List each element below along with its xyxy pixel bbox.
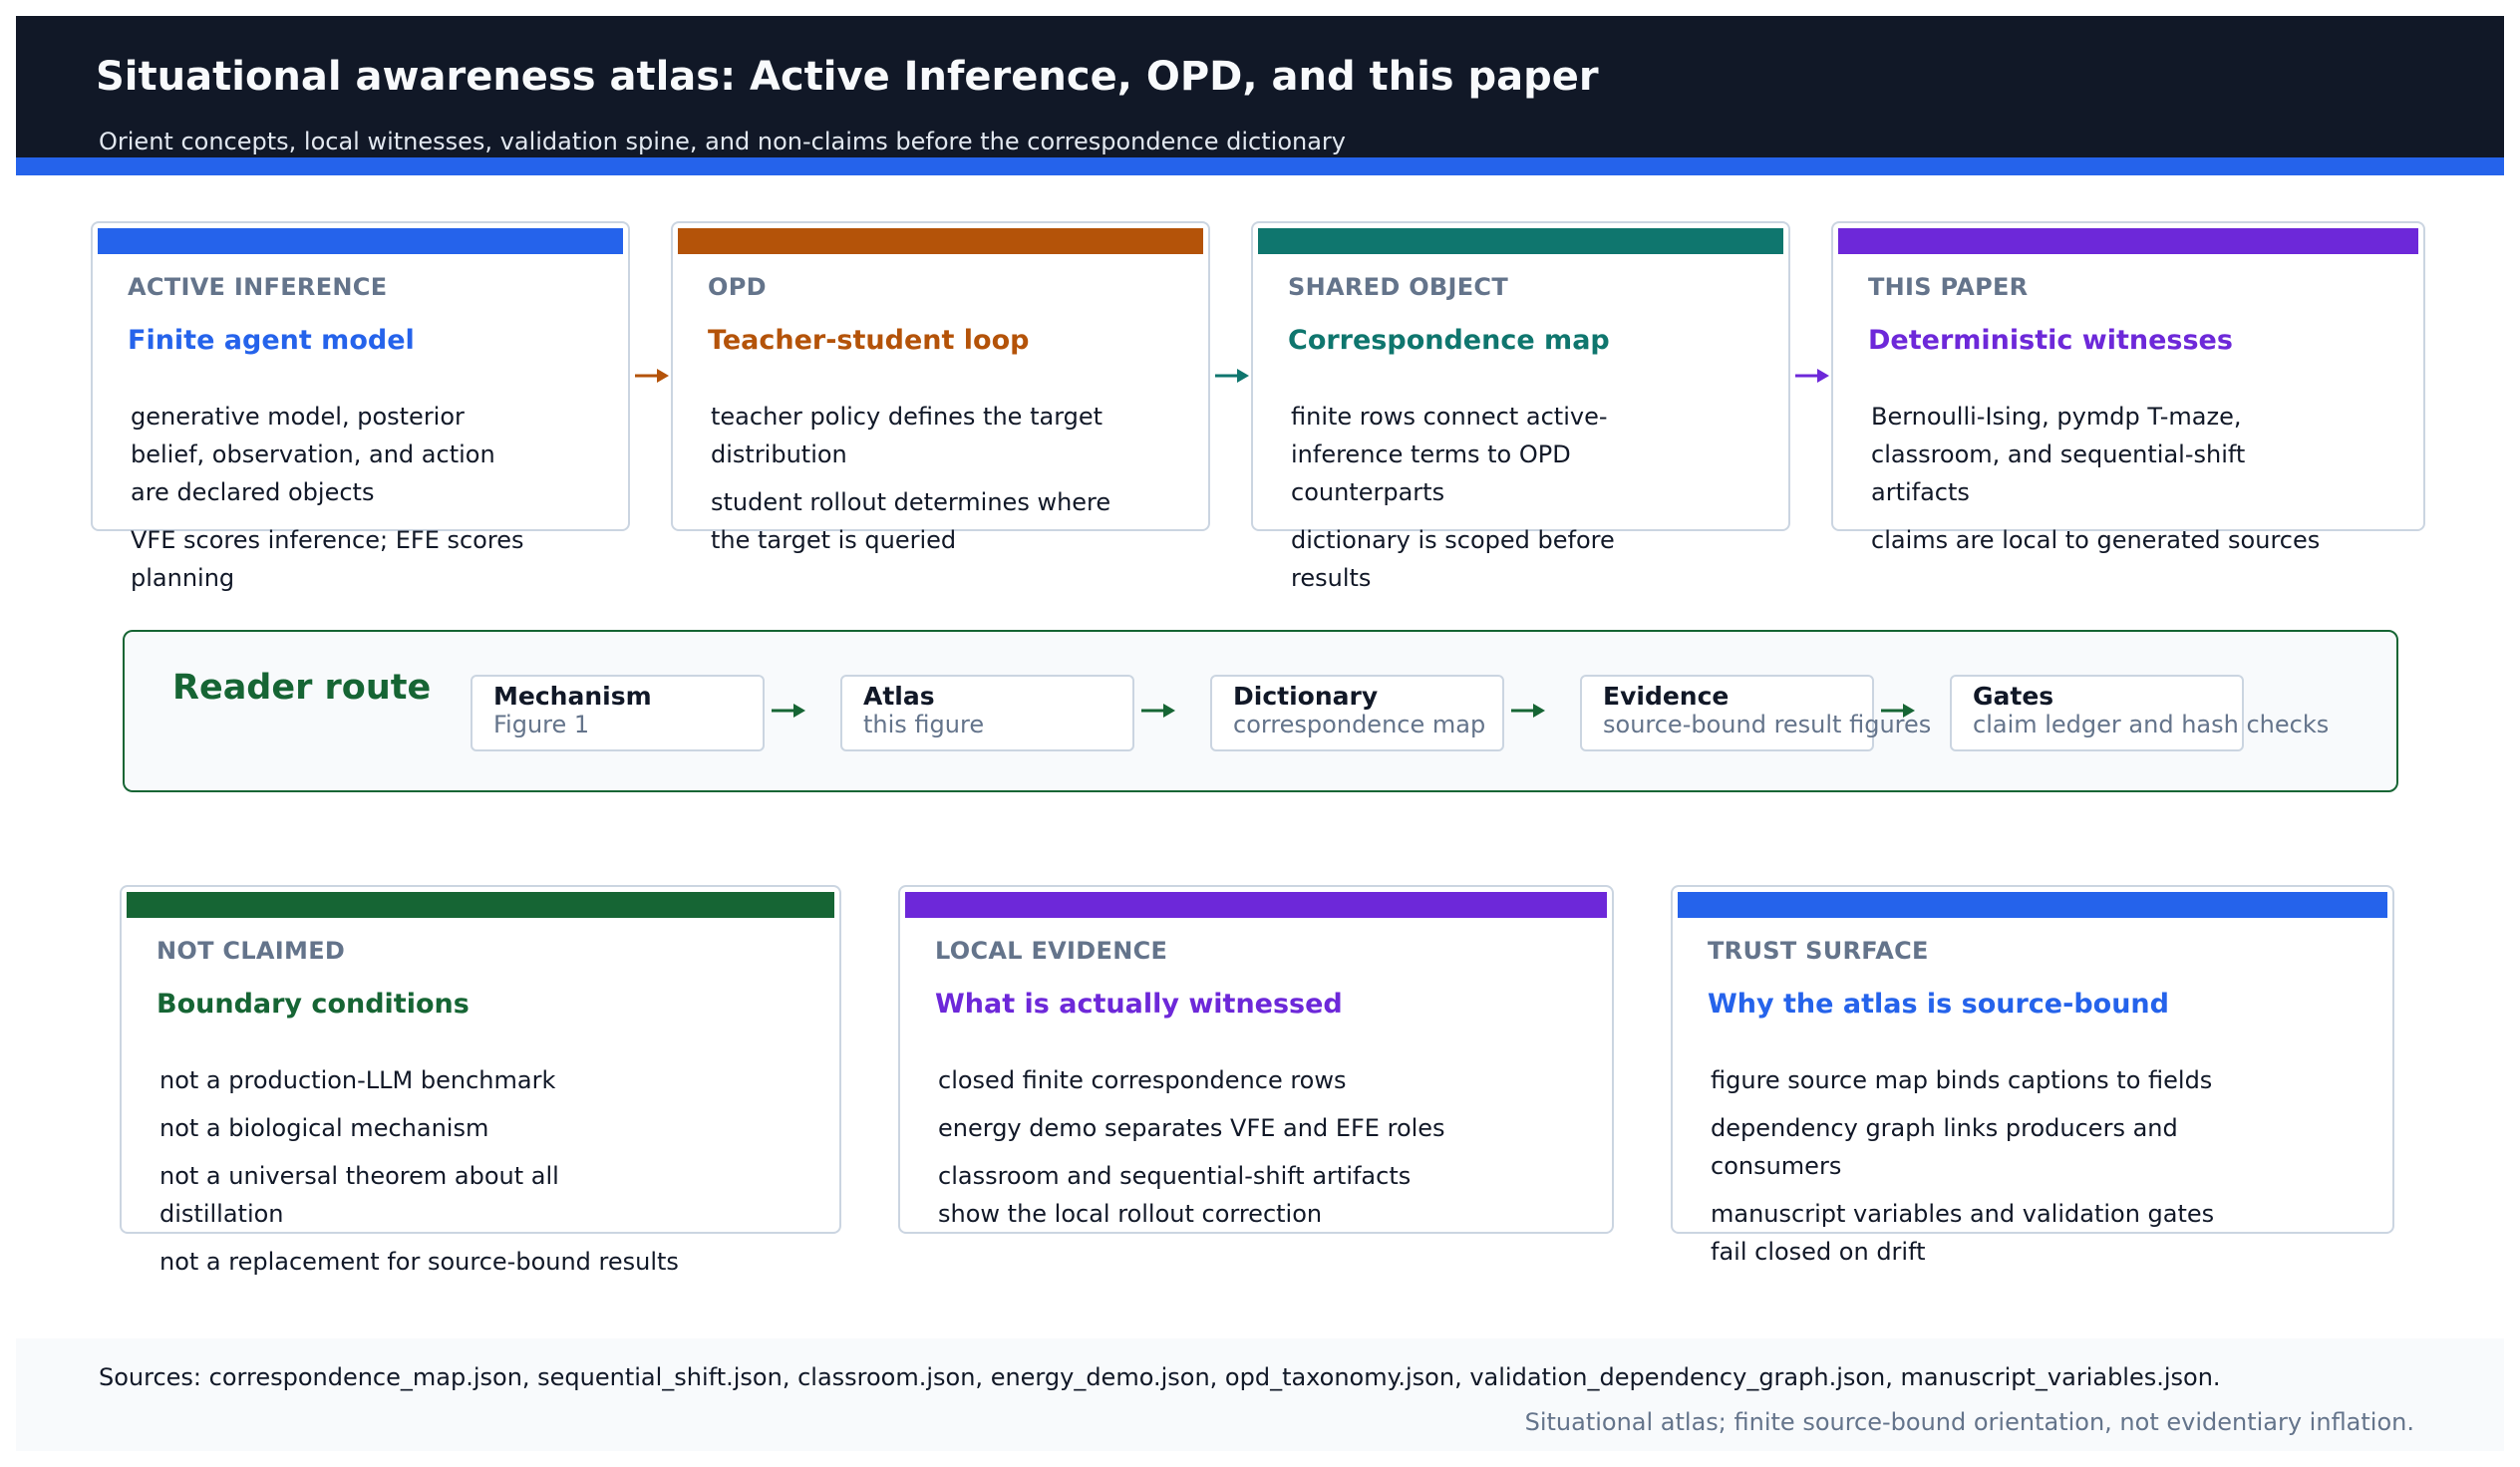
footer-sources: Sources: correspondence_map.json, sequen… (99, 1363, 2221, 1391)
bottom-card-heading: What is actually witnessed (935, 989, 1343, 1020)
card-body-line: belief, observation, and action (131, 440, 495, 468)
card-body-line: finite rows connect active- (1291, 403, 1608, 431)
top-card-body: finite rows connect active-inference ter… (1291, 398, 1615, 597)
bottom-card-body: figure source map binds captions to fiel… (1711, 1061, 2214, 1271)
top-card-accent-bar (1838, 228, 2418, 254)
card-body-line: manuscript variables and validation gate… (1711, 1200, 2215, 1228)
card-body-line: student rollout determines where (711, 488, 1111, 516)
top-card-heading: Finite agent model (128, 325, 415, 356)
bottom-card-accent-bar (905, 892, 1607, 918)
card-body-line: classroom and sequential-shift artifacts (938, 1162, 1412, 1190)
bottom-card-heading: Why the atlas is source-bound (1708, 989, 2169, 1020)
card-body-line: not a production-LLM benchmark (159, 1066, 556, 1094)
card-body-line: the target is queried (711, 526, 957, 554)
route-step: Mechanism Figure 1 (471, 675, 765, 751)
top-card-body: generative model, posterior belief, obser… (131, 398, 523, 597)
route-step: Evidence source-bound result figures (1580, 675, 1931, 751)
top-card-heading: Correspondence map (1288, 325, 1610, 356)
card-body-line: show the local rollout correction (938, 1200, 1323, 1228)
card-body-line: figure source map binds captions to fiel… (1711, 1066, 2213, 1094)
top-card-kicker: ACTIVE INFERENCE (128, 273, 388, 301)
card-body-line: dictionary is scoped before (1291, 526, 1615, 554)
route-step-subtitle: Figure 1 (493, 711, 590, 738)
card-body-line: classroom, and sequential-shift (1871, 440, 2246, 468)
reader-route-title: Reader route (172, 668, 432, 708)
card-body-line: inference terms to OPD (1291, 440, 1571, 468)
route-step-title: Atlas (863, 682, 935, 711)
page-subtitle: Orient concepts, local witnesses, valida… (99, 128, 1346, 155)
bottom-card-heading: Boundary conditions (157, 989, 470, 1020)
card-body-line: dependency graph links producers and (1711, 1114, 2178, 1142)
top-card-accent-bar (98, 228, 623, 254)
route-step-title: Mechanism (493, 682, 652, 711)
bottom-card-kicker: LOCAL EVIDENCE (935, 937, 1168, 965)
route-arrow-icon (772, 704, 805, 718)
route-arrow-icon (1881, 704, 1915, 718)
route-step-subtitle: correspondence map (1233, 711, 1486, 738)
card-body-line: teacher policy defines the target (711, 403, 1103, 431)
card-body-line: not a universal theorem about all (159, 1162, 559, 1190)
header-accent-strip (16, 157, 2504, 175)
bottom-card-accent-bar (1678, 892, 2387, 918)
card-body-line: claims are local to generated sources (1871, 526, 2321, 554)
route-step-title: Dictionary (1233, 682, 1379, 711)
route-step: Gates claim ledger and hash checks (1950, 675, 2329, 751)
route-step-title: Gates (1973, 682, 2054, 711)
bottom-card-kicker: TRUST SURFACE (1708, 937, 1929, 965)
route-arrow-icon (1511, 704, 1545, 718)
card-body-line: generative model, posterior (131, 403, 465, 431)
card-body-line: distribution (711, 440, 847, 468)
top-card-accent-bar (1258, 228, 1783, 254)
card-body-line: fail closed on drift (1711, 1238, 1926, 1266)
card-body-line: VFE scores inference; EFE scores (131, 526, 524, 554)
card-body-line: results (1291, 564, 1372, 592)
page-title: Situational awareness atlas: Active Infe… (96, 54, 1599, 100)
bottom-card-accent-bar (127, 892, 834, 918)
top-card-body: Bernoulli-Ising, pymdp T-maze, classroom,… (1871, 398, 2320, 559)
route-arrow-icon (1141, 704, 1175, 718)
bottom-card-body: closed finite correspondence rows energy … (938, 1061, 1445, 1233)
card-body-line: not a replacement for source-bound resul… (159, 1248, 679, 1276)
top-card-accent-bar (678, 228, 1203, 254)
footer-note: Situational atlas; finite source-bound o… (1524, 1408, 2414, 1436)
card-body-line: energy demo separates VFE and EFE roles (938, 1114, 1445, 1142)
card-body-line: counterparts (1291, 478, 1445, 506)
flow-arrow-icon (1795, 369, 1829, 383)
top-card-kicker: OPD (708, 273, 767, 301)
top-card-kicker: THIS PAPER (1868, 273, 2029, 301)
route-step-subtitle: claim ledger and hash checks (1973, 711, 2330, 738)
card-body-line: consumers (1711, 1152, 1842, 1180)
bottom-card-body: not a production-LLM benchmark not a biol… (159, 1061, 679, 1281)
top-card-kicker: SHARED OBJECT (1288, 273, 1509, 301)
top-card-heading: Deterministic witnesses (1868, 325, 2233, 356)
top-card-body: teacher policy defines the target distrib… (711, 398, 1110, 559)
card-body-line: Bernoulli-Ising, pymdp T-maze, (1871, 403, 2242, 431)
card-body-line: planning (131, 564, 235, 592)
flow-arrow-icon (1215, 369, 1249, 383)
route-step-title: Evidence (1603, 682, 1730, 711)
route-step-subtitle: this figure (863, 711, 985, 738)
route-step: Atlas this figure (840, 675, 1134, 751)
card-body-line: distillation (159, 1200, 284, 1228)
card-body-line: not a biological mechanism (159, 1114, 489, 1142)
flow-arrow-icon (635, 369, 669, 383)
card-body-line: are declared objects (131, 478, 375, 506)
route-step: Dictionary correspondence map (1210, 675, 1504, 751)
card-body-line: closed finite correspondence rows (938, 1066, 1347, 1094)
bottom-card-kicker: NOT CLAIMED (157, 937, 346, 965)
card-body-line: artifacts (1871, 478, 1970, 506)
top-card-heading: Teacher-student loop (708, 325, 1030, 356)
